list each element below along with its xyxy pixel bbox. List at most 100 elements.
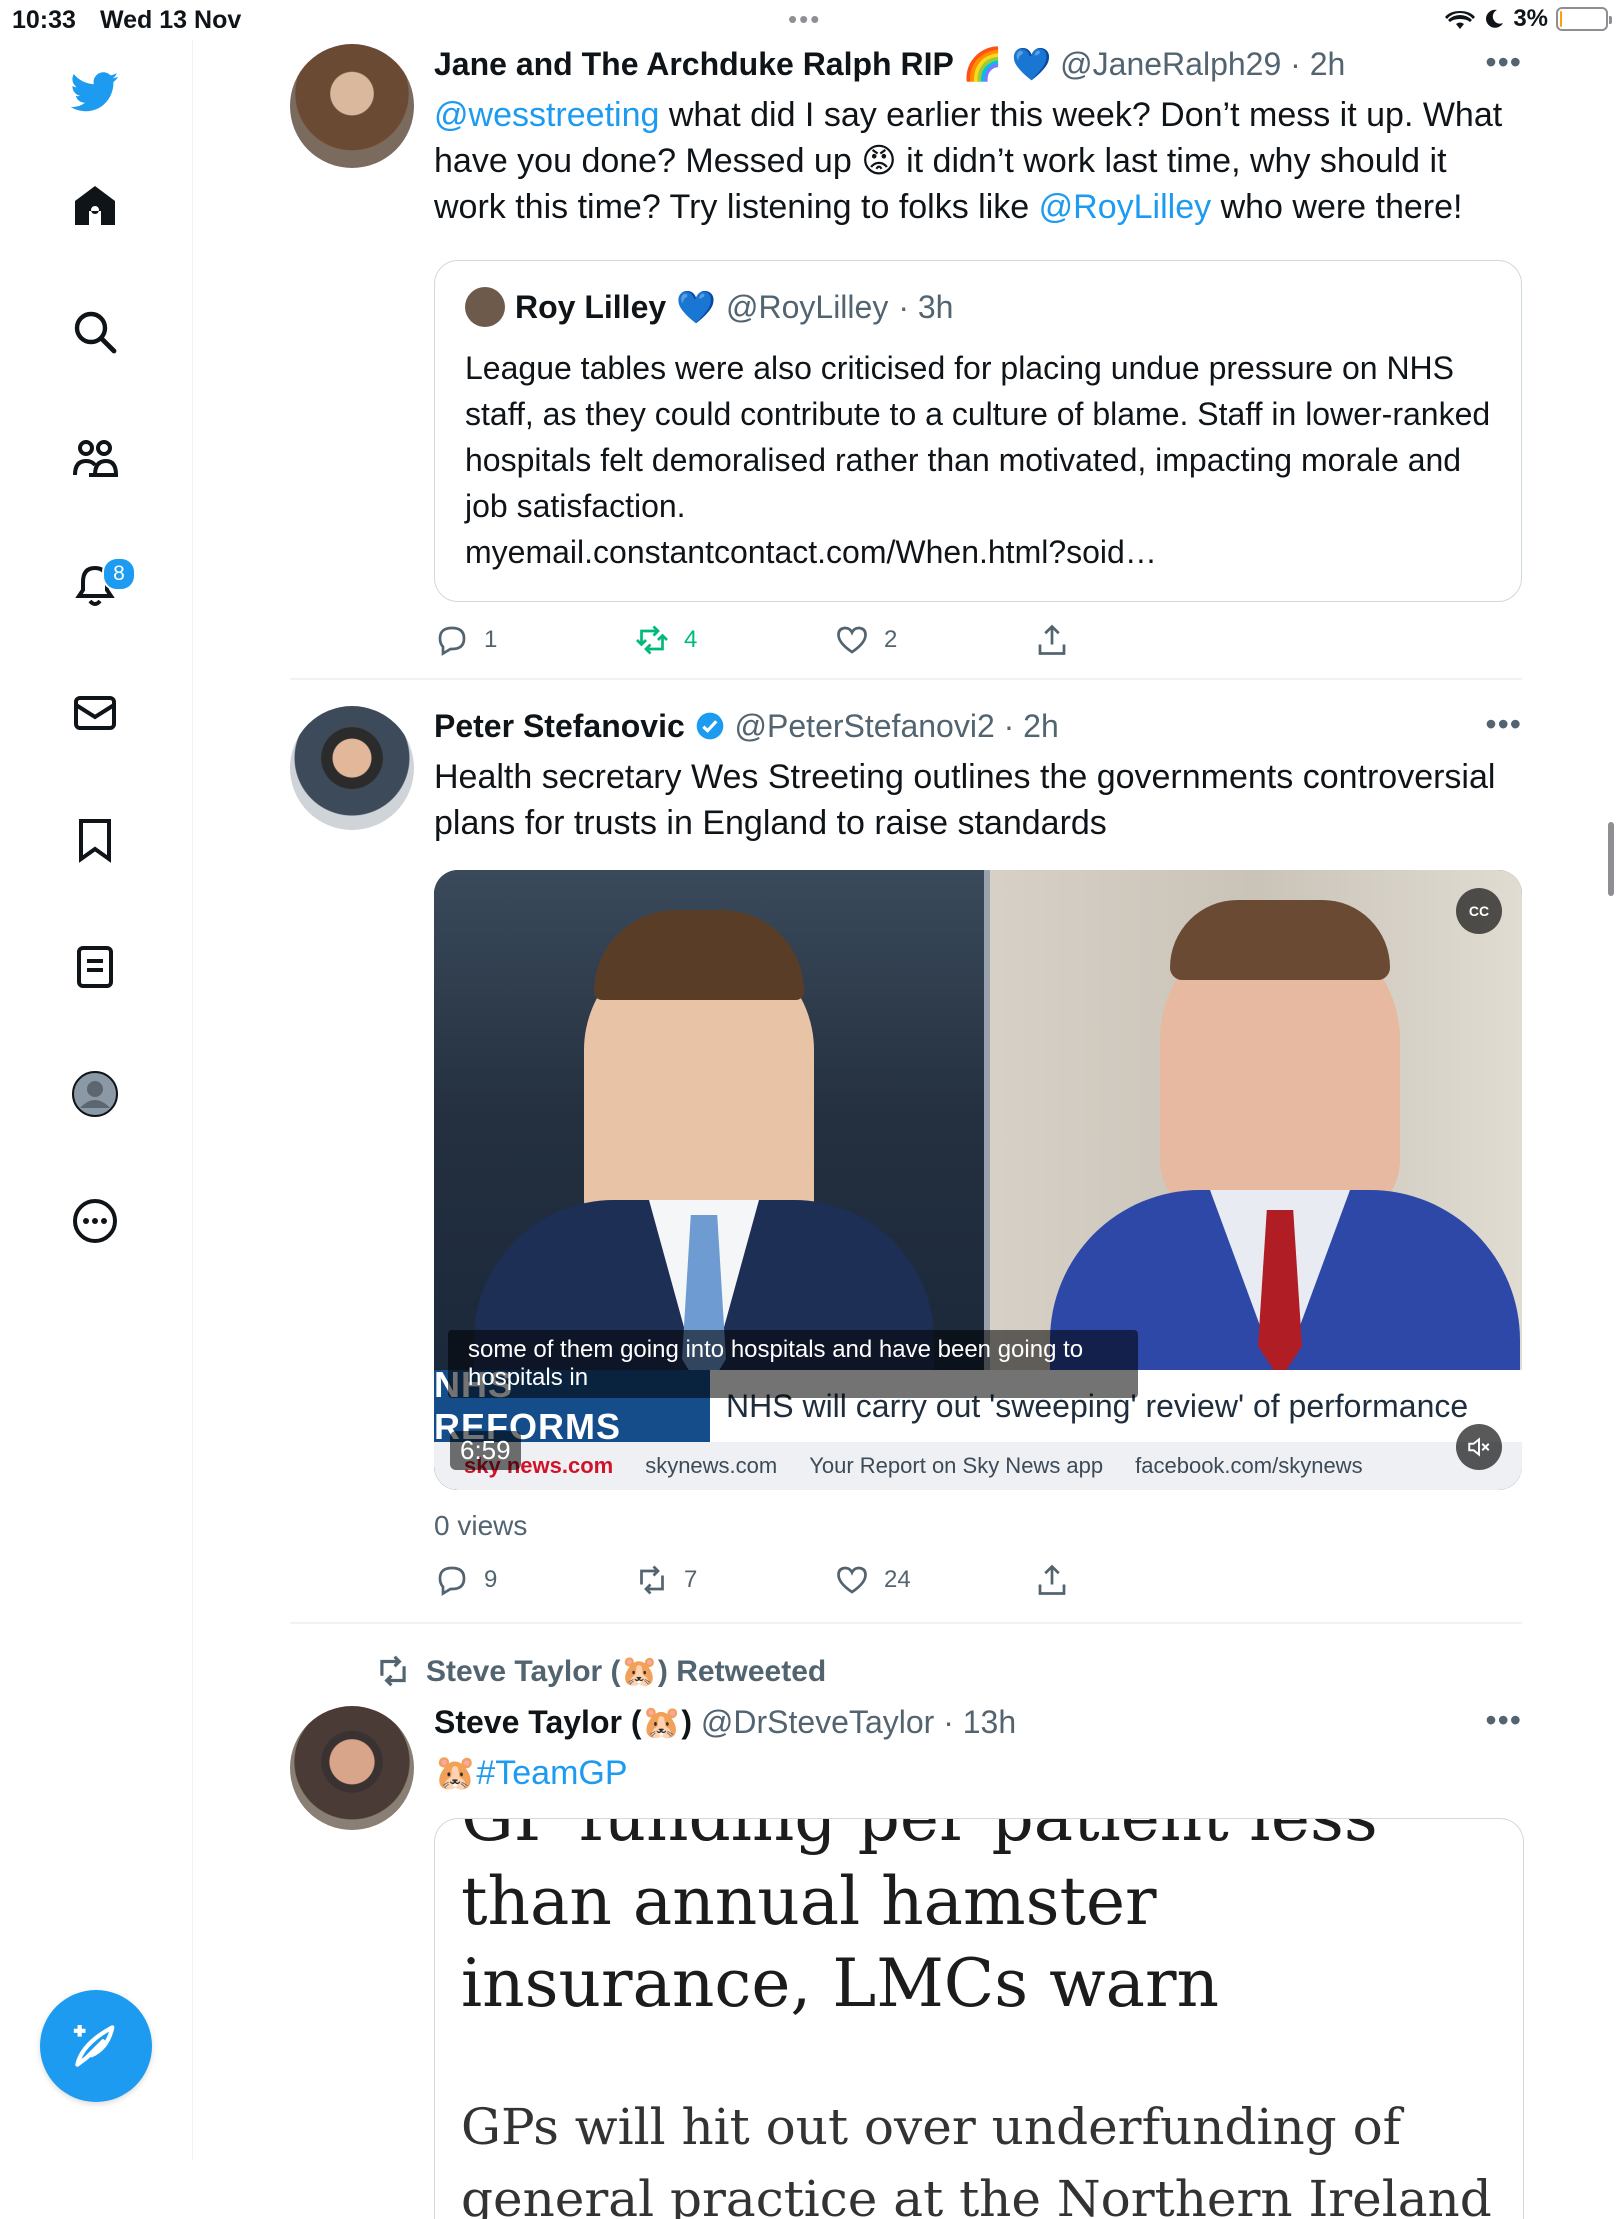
quote-name-emoji: 💙 xyxy=(676,289,716,325)
like-button[interactable]: 2 xyxy=(834,622,897,658)
verified-badge-icon xyxy=(696,712,723,740)
communities-icon[interactable] xyxy=(60,424,130,494)
search-icon[interactable] xyxy=(60,297,130,367)
tweet-text: Health secretary Wes Streeting outlines … xyxy=(434,758,1496,842)
like-count: 24 xyxy=(884,1566,911,1593)
scrollbar[interactable] xyxy=(1608,822,1614,896)
heart-icon xyxy=(837,1566,867,1594)
reply-icon xyxy=(438,626,466,656)
angry-emoji: 😡 xyxy=(861,142,897,180)
avatar[interactable] xyxy=(290,44,414,168)
reply-count: 9 xyxy=(484,1566,498,1593)
like-count: 2 xyxy=(884,626,898,653)
author-name[interactable]: Jane and The Archduke Ralph RIP xyxy=(434,46,954,82)
avatar[interactable] xyxy=(290,706,414,830)
retweet-count: 7 xyxy=(684,1566,698,1593)
tweet-time[interactable]: · 2h xyxy=(1004,708,1059,744)
reply-count: 1 xyxy=(484,626,498,653)
heart-icon xyxy=(837,626,867,654)
hashtag-link[interactable]: #TeamGP xyxy=(476,1754,627,1792)
author-name[interactable]: Peter Stefanovic xyxy=(434,708,685,744)
share-icon xyxy=(1038,624,1066,655)
ticker-strip: sky news.com skynews.com Your Report on … xyxy=(434,1442,1522,1490)
divider xyxy=(290,678,1522,680)
mute-button[interactable] xyxy=(1456,1424,1502,1470)
home-icon[interactable] xyxy=(60,170,130,240)
quote-author-handle: @RoyLilley xyxy=(726,288,889,325)
tweet-header: Jane and The Archduke Ralph RIP 🌈 💙 @Jan… xyxy=(434,44,1522,84)
bell-icon[interactable]: 8 xyxy=(60,551,136,621)
quote-avatar xyxy=(465,287,505,327)
tweet-actions: 9 7 24 xyxy=(434,1562,1522,1602)
twitter-logo-icon[interactable] xyxy=(60,56,130,126)
name-emoji: 🌈 💙 xyxy=(962,46,1052,82)
article-subheadline: GPs will hit out over underfunding of ge… xyxy=(461,2098,1492,2219)
retweet-button[interactable]: 4 xyxy=(634,622,697,658)
video-duration: 6:59 xyxy=(450,1431,521,1470)
reply-button[interactable]: 1 xyxy=(434,622,497,658)
tweet-header: Peter Stefanovic @PeterStefanovi2 · 2h xyxy=(434,706,1522,746)
author-handle[interactable]: @PeterStefanovi2 xyxy=(735,708,995,744)
quote-time: · 3h xyxy=(898,288,954,325)
retweet-button[interactable]: 7 xyxy=(634,1562,697,1598)
retweet-icon xyxy=(640,1565,664,1595)
quote-text: League tables were also criticised for p… xyxy=(465,350,1491,570)
notifications-badge: 8 xyxy=(102,557,136,591)
tweet-time[interactable]: · 2h xyxy=(1290,46,1345,82)
retweeted-by-label[interactable]: Steve Taylor (🐹) Retweeted xyxy=(374,1652,826,1690)
wifi-icon xyxy=(1445,11,1476,29)
list-icon[interactable] xyxy=(60,932,130,1002)
tweet-header: Steve Taylor (🐹) @DrSteveTaylor · 13h xyxy=(434,1702,1522,1742)
author-handle[interactable]: @DrSteveTaylor xyxy=(701,1704,934,1740)
status-bar: 10:33 Wed 13 Nov ••• 3% xyxy=(0,0,1620,40)
more-options-icon[interactable]: ••• xyxy=(1485,1702,1522,1739)
tweet-time[interactable]: · 13h xyxy=(943,1704,1016,1740)
article-headline: than annual hamster insurance, LMCs warn xyxy=(461,1863,1220,2022)
quote-author-name: Roy Lilley xyxy=(515,288,667,325)
status-date: Wed 13 Nov xyxy=(100,6,242,34)
like-button[interactable]: 24 xyxy=(834,1562,911,1598)
share-icon xyxy=(1038,1564,1066,1595)
status-time: 10:33 xyxy=(12,6,76,34)
article-headline-cut: GP funding per patient less xyxy=(461,1819,1378,1856)
more-options-icon[interactable]: ••• xyxy=(1485,44,1522,81)
view-count: 0 views xyxy=(434,1510,528,1541)
reply-icon xyxy=(438,1566,466,1596)
tweet-actions: 1 4 2 xyxy=(434,622,1522,662)
quoted-tweet[interactable]: Roy Lilley 💙 @RoyLilley · 3h League tabl… xyxy=(434,260,1522,602)
retweet-icon xyxy=(636,625,668,655)
moon-icon xyxy=(1486,9,1504,28)
quote-link[interactable]: myemail.constantcontact.com/When.html?so… xyxy=(465,534,1157,570)
sidebar: 8 xyxy=(0,40,193,2160)
video-caption: some of them going into hospitals and ha… xyxy=(448,1330,1138,1398)
divider xyxy=(290,1622,1522,1624)
closed-captions-button[interactable]: CC xyxy=(1456,888,1502,934)
more-options-icon[interactable]: ••• xyxy=(1485,706,1522,743)
profile-icon[interactable] xyxy=(60,1059,130,1129)
retweet-icon xyxy=(380,1655,406,1687)
hamster-emoji: 🐹 xyxy=(434,1754,477,1792)
speaker-muted-icon xyxy=(1468,1437,1490,1457)
retweet-count: 4 xyxy=(684,626,698,653)
more-circle-icon[interactable] xyxy=(60,1186,130,1256)
envelope-icon[interactable] xyxy=(60,678,130,748)
compose-tweet-button[interactable] xyxy=(40,1990,152,2102)
mention-link[interactable]: @RoyLilley xyxy=(1039,188,1211,226)
battery-level xyxy=(1560,11,1562,27)
mention-link[interactable]: @wesstreeting xyxy=(434,96,659,134)
tweet-text: 🐹#TeamGP xyxy=(434,1750,1522,1796)
avatar[interactable] xyxy=(290,1706,414,1830)
battery-icon xyxy=(1556,7,1612,31)
author-handle[interactable]: @JaneRalph29 xyxy=(1060,46,1281,82)
video-player[interactable]: NHS REFORMS NHS will carry out 'sweeping… xyxy=(434,870,1522,1490)
multitasking-dots-icon[interactable]: ••• xyxy=(788,4,821,35)
bookmark-icon[interactable] xyxy=(60,805,130,875)
author-name[interactable]: Steve Taylor (🐹) xyxy=(434,1704,692,1740)
tweet-text: @wesstreeting what did I say earlier thi… xyxy=(434,96,1503,226)
share-button[interactable] xyxy=(1034,622,1070,658)
share-button[interactable] xyxy=(1034,1562,1070,1598)
article-card[interactable]: GP funding per patient less than annual … xyxy=(434,1818,1524,2219)
battery-percent: 3% xyxy=(1513,5,1548,32)
feather-plus-icon xyxy=(73,2025,115,2067)
reply-button[interactable]: 9 xyxy=(434,1562,497,1598)
